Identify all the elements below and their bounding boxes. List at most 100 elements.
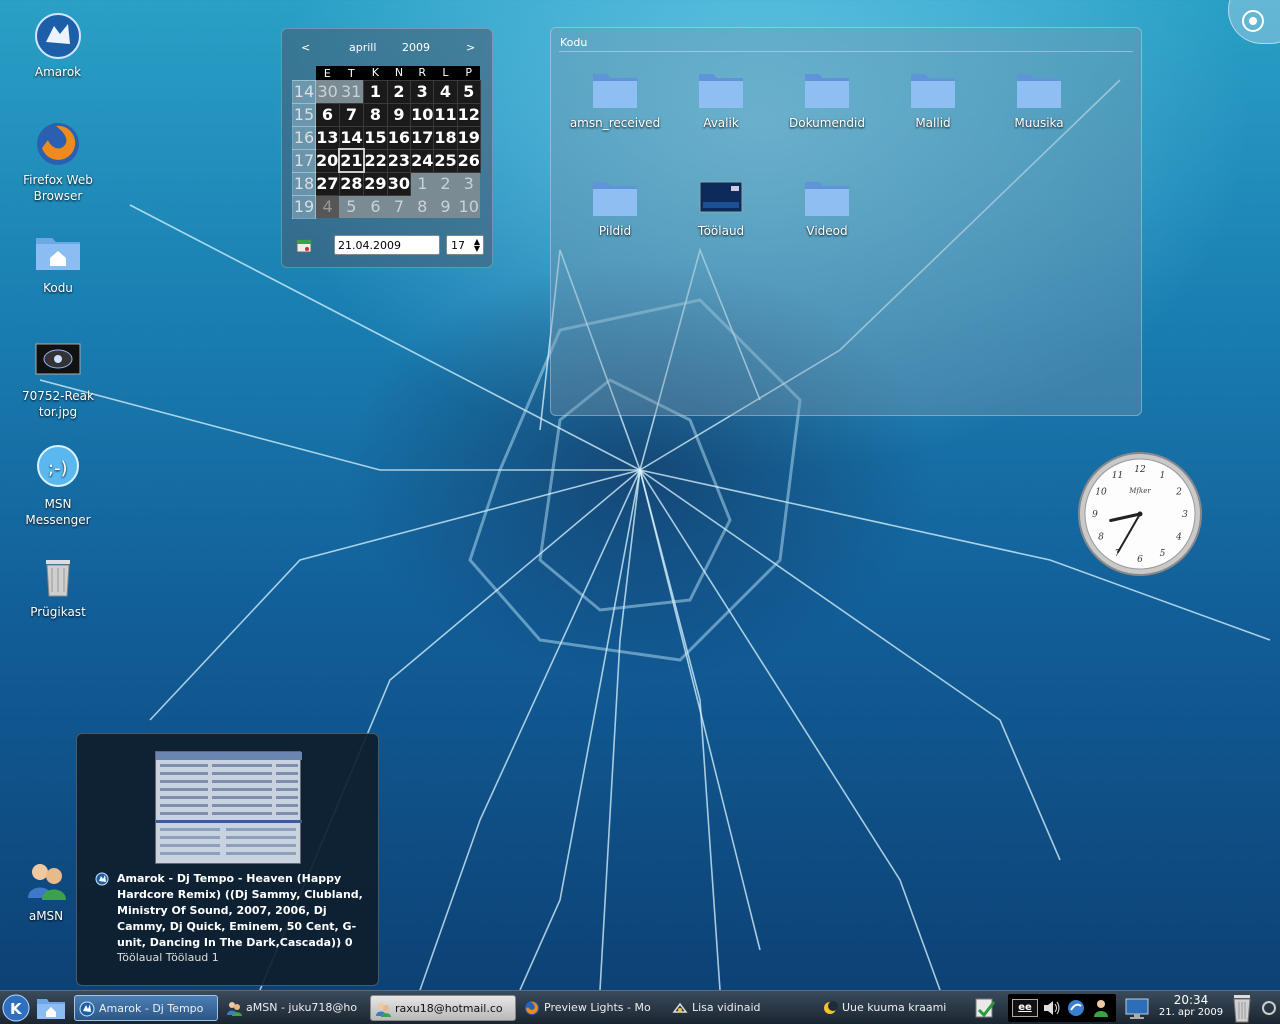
- calendar-day[interactable]: 6: [363, 195, 388, 218]
- keyboard-layout-label: ee: [1018, 1002, 1032, 1013]
- desktop-icon-amarok[interactable]: Amarok: [8, 12, 108, 80]
- calendar-day[interactable]: 20: [315, 148, 340, 173]
- display-monitor-icon[interactable]: [1124, 996, 1150, 1020]
- folder-item[interactable]: Pildid: [565, 178, 665, 238]
- calendar-day[interactable]: 8: [363, 102, 388, 127]
- calendar-day[interactable]: 1: [363, 79, 388, 104]
- task-button-chat[interactable]: raxu18@hotmail.co: [370, 995, 516, 1021]
- user-status-icon[interactable]: [1092, 998, 1110, 1018]
- calendar-day[interactable]: 5: [339, 195, 364, 218]
- calendar-day[interactable]: 3: [457, 172, 481, 195]
- window-thumbnail[interactable]: [155, 751, 302, 864]
- calendar-day[interactable]: 18: [433, 125, 458, 150]
- desktop-icon-firefox[interactable]: Firefox Web Browser: [8, 120, 108, 204]
- keyboard-layout-indicator[interactable]: ee: [1012, 999, 1038, 1017]
- next-month-button[interactable]: >: [466, 41, 475, 54]
- trash-icon[interactable]: [1230, 993, 1254, 1023]
- calendar-day[interactable]: 17: [410, 125, 435, 150]
- clock-numeral: 4: [1175, 533, 1182, 543]
- calendar-day[interactable]: 8: [410, 195, 434, 218]
- desktop-icon-msn-messenger[interactable]: ;-) MSN Messenger: [8, 444, 108, 528]
- week-number: 18: [292, 171, 316, 196]
- taskbar-clock[interactable]: 20:34 21. apr 2009: [1156, 993, 1226, 1018]
- calendar-day[interactable]: 11: [433, 102, 458, 127]
- calendar-day[interactable]: 4: [315, 195, 340, 218]
- calendar-day[interactable]: 30: [386, 171, 412, 196]
- trash-icon: [34, 552, 82, 600]
- panel-toolbox-icon[interactable]: [1260, 999, 1278, 1017]
- folder-item[interactable]: Videod: [777, 178, 877, 238]
- calendar-day[interactable]: 7: [387, 195, 411, 218]
- calendar-day[interactable]: 26: [456, 148, 481, 173]
- week-spinbox[interactable]: 17 ▲ ▼: [446, 235, 484, 255]
- network-icon[interactable]: [1066, 998, 1086, 1018]
- svg-text:;-): ;-): [48, 458, 68, 479]
- calendar-day[interactable]: 4: [433, 79, 458, 104]
- desktop-icon-kodu[interactable]: Kodu: [8, 228, 108, 296]
- calendar-day[interactable]: 14: [338, 125, 365, 150]
- date-input[interactable]: 21.04.2009: [334, 235, 440, 255]
- clock-numeral: 8: [1098, 533, 1104, 543]
- calendar-day[interactable]: 2: [386, 79, 412, 104]
- folder-item[interactable]: Muusika: [989, 70, 1089, 130]
- task-button-amarok[interactable]: Amarok - Dj Tempo: [74, 995, 218, 1021]
- calendar-day[interactable]: 13: [315, 125, 340, 150]
- today-calendar-icon[interactable]: [296, 237, 312, 253]
- taskbar-time: 20:34: [1173, 993, 1209, 1007]
- weekday-header: N: [387, 66, 411, 80]
- folder-icon: [803, 70, 851, 110]
- folder-item[interactable]: amsn_received: [565, 70, 665, 130]
- folder-item[interactable]: Töölaud: [671, 178, 771, 238]
- calendar-day[interactable]: 29: [363, 171, 388, 196]
- home-folder-icon[interactable]: [36, 996, 66, 1020]
- calendar-day[interactable]: 12: [456, 102, 481, 127]
- calendar-day[interactable]: 7: [338, 102, 365, 127]
- calendar-day[interactable]: 19: [456, 125, 481, 150]
- calendar-day[interactable]: 22: [363, 148, 388, 173]
- folder-icon: [803, 178, 851, 218]
- calendar-day[interactable]: 9: [386, 102, 412, 127]
- clock-numeral: 9: [1092, 510, 1098, 520]
- spin-arrows-icon[interactable]: ▲ ▼: [474, 238, 480, 253]
- calendar-day[interactable]: 3: [410, 79, 435, 104]
- desktop-toolbox-button[interactable]: [1228, 0, 1280, 44]
- clock-brand: Mfker: [1128, 487, 1151, 495]
- calendar-day-today[interactable]: 21: [338, 148, 365, 173]
- calendar-day[interactable]: 1: [410, 172, 434, 195]
- klipper-icon[interactable]: [972, 996, 998, 1020]
- year-label[interactable]: 2009: [402, 41, 430, 54]
- folder-item[interactable]: Avalik: [671, 70, 771, 130]
- task-button-amsn[interactable]: aMSN - juku718@ho: [222, 995, 366, 1021]
- month-label[interactable]: aprill: [349, 41, 376, 54]
- calendar-day[interactable]: 16: [386, 125, 412, 150]
- calendar-day[interactable]: 6: [315, 102, 340, 127]
- folder-item[interactable]: Mallid: [883, 70, 983, 130]
- calendar-day[interactable]: 25: [433, 148, 458, 173]
- calendar-day[interactable]: 28: [338, 171, 365, 196]
- calendar-widget: < aprill 2009 > E T K N R L P 14 30 31 1: [281, 28, 493, 268]
- calendar-day[interactable]: 10: [410, 102, 435, 127]
- desktop-icon-trash[interactable]: Prügikast: [8, 552, 108, 620]
- calendar-day[interactable]: 24: [410, 148, 435, 173]
- calendar-day[interactable]: 27: [315, 171, 340, 196]
- calendar-day[interactable]: 5: [456, 79, 481, 104]
- calendar-day[interactable]: 30: [315, 80, 340, 103]
- calendar-day[interactable]: 31: [339, 80, 364, 103]
- firefox-icon: [524, 1000, 540, 1016]
- task-button-add-widgets[interactable]: Lisa vidinaid: [668, 995, 812, 1021]
- prev-month-button[interactable]: <: [301, 41, 310, 54]
- task-button-firefox[interactable]: Preview Lights - Mo: [520, 995, 664, 1021]
- kde-menu-icon[interactable]: K: [2, 994, 30, 1022]
- volume-icon[interactable]: [1042, 999, 1062, 1017]
- system-tray: ee: [1008, 994, 1116, 1022]
- folder-item[interactable]: Dokumendid: [777, 70, 877, 130]
- folder-view-divider: [559, 51, 1133, 52]
- calendar-day[interactable]: 10: [457, 195, 481, 218]
- desktop-icon-reaktor-image[interactable]: 70752-Reaktor.jpg: [8, 336, 108, 420]
- calendar-day[interactable]: 23: [386, 148, 412, 173]
- calendar-day[interactable]: 9: [433, 195, 458, 218]
- clock-numeral: 6: [1137, 555, 1143, 565]
- task-button-get-hot-new-stuff[interactable]: Uue kuuma kraami: [818, 995, 962, 1021]
- calendar-day[interactable]: 15: [363, 125, 388, 150]
- calendar-day[interactable]: 2: [433, 172, 458, 195]
